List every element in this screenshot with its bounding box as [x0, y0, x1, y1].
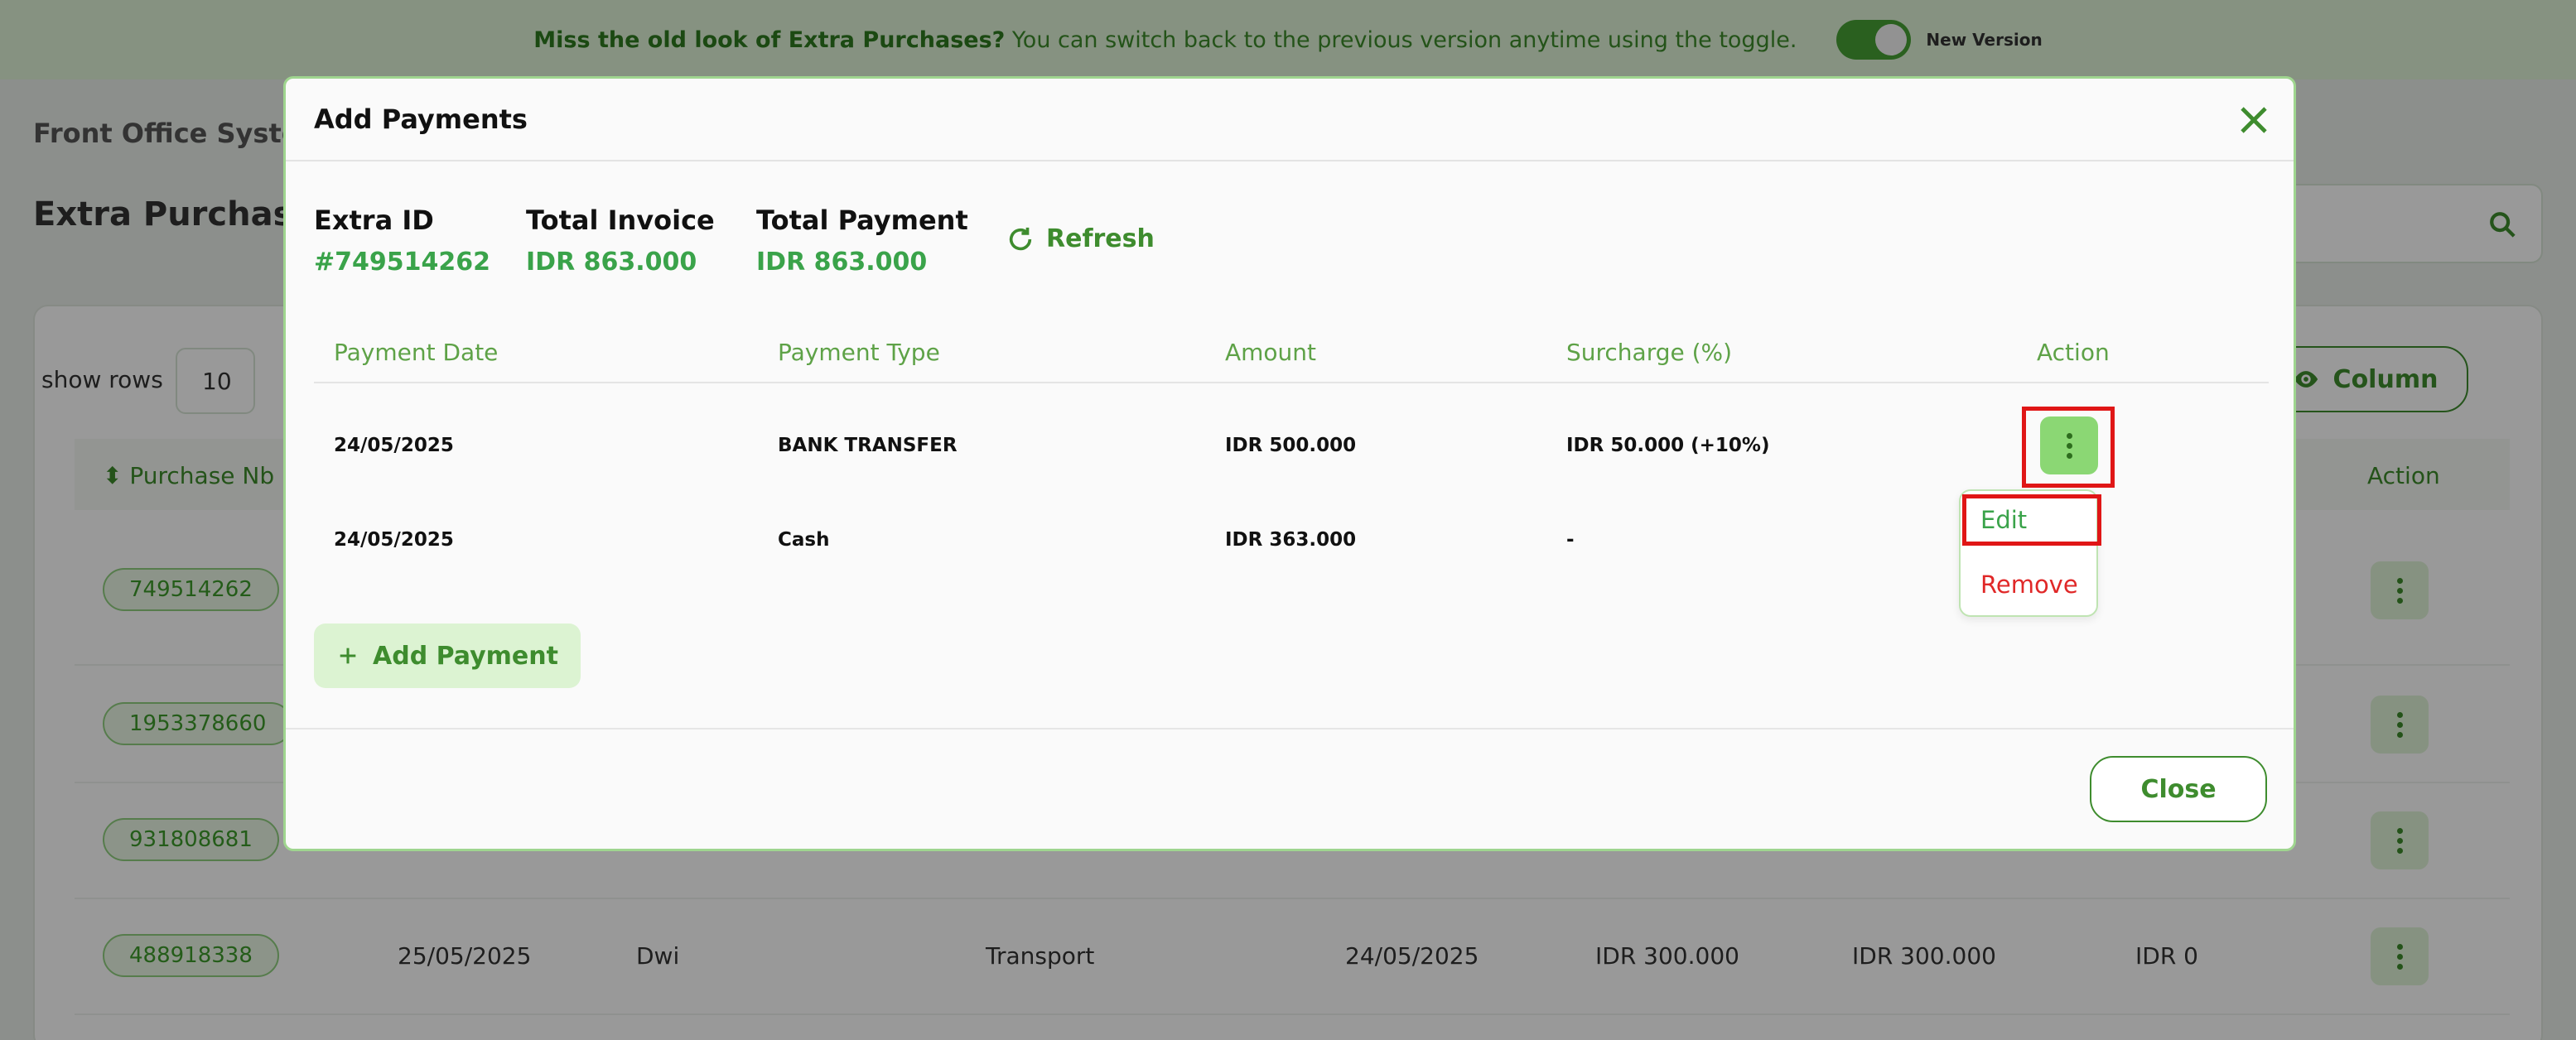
refresh-button[interactable]: Refresh — [1006, 224, 1155, 253]
total-payment-value: IDR 863.000 — [756, 248, 928, 277]
payment-date: 24/05/2025 — [334, 529, 454, 551]
total-invoice-value: IDR 863.000 — [526, 248, 697, 277]
modal-title: Add Payments — [314, 104, 528, 135]
payment-type: Cash — [778, 529, 830, 551]
col-payment-date: Payment Date — [334, 339, 499, 366]
refresh-icon — [1009, 227, 1032, 250]
plus-icon — [340, 648, 356, 664]
total-payment-label: Total Payment — [756, 205, 968, 236]
payment-amount: IDR 500.000 — [1225, 435, 1357, 456]
col-payment-type: Payment Type — [778, 339, 940, 366]
col-surcharge: Surcharge (%) — [1566, 339, 1733, 366]
close-icon[interactable] — [2234, 100, 2274, 140]
extra-id-label: Extra ID — [314, 205, 434, 236]
total-invoice-label: Total Invoice — [526, 205, 715, 236]
payment-amount: IDR 363.000 — [1225, 529, 1357, 551]
payment-surcharge: - — [1566, 529, 1575, 551]
add-payments-modal: Add Payments Extra ID #749514262 Total I… — [283, 76, 2296, 851]
col-action: Action — [2037, 339, 2110, 366]
highlight-edit-item — [1962, 494, 2101, 546]
remove-menu-item[interactable]: Remove — [1980, 571, 2078, 599]
payment-type: BANK TRANSFER — [778, 435, 958, 456]
add-payment-button[interactable]: Add Payment — [314, 624, 581, 688]
add-payment-label: Add Payment — [373, 641, 558, 671]
header-divider — [314, 382, 2269, 383]
highlight-action-button — [2022, 407, 2115, 488]
payment-date: 24/05/2025 — [334, 435, 454, 456]
close-button[interactable]: Close — [2090, 756, 2267, 822]
refresh-label: Refresh — [1046, 224, 1155, 253]
modal-footer-divider — [286, 728, 2294, 729]
col-amount: Amount — [1225, 339, 1317, 366]
payment-surcharge: IDR 50.000 (+10%) — [1566, 435, 1770, 456]
extra-id-value: #749514262 — [314, 248, 491, 277]
modal-header: Add Payments — [286, 79, 2294, 161]
